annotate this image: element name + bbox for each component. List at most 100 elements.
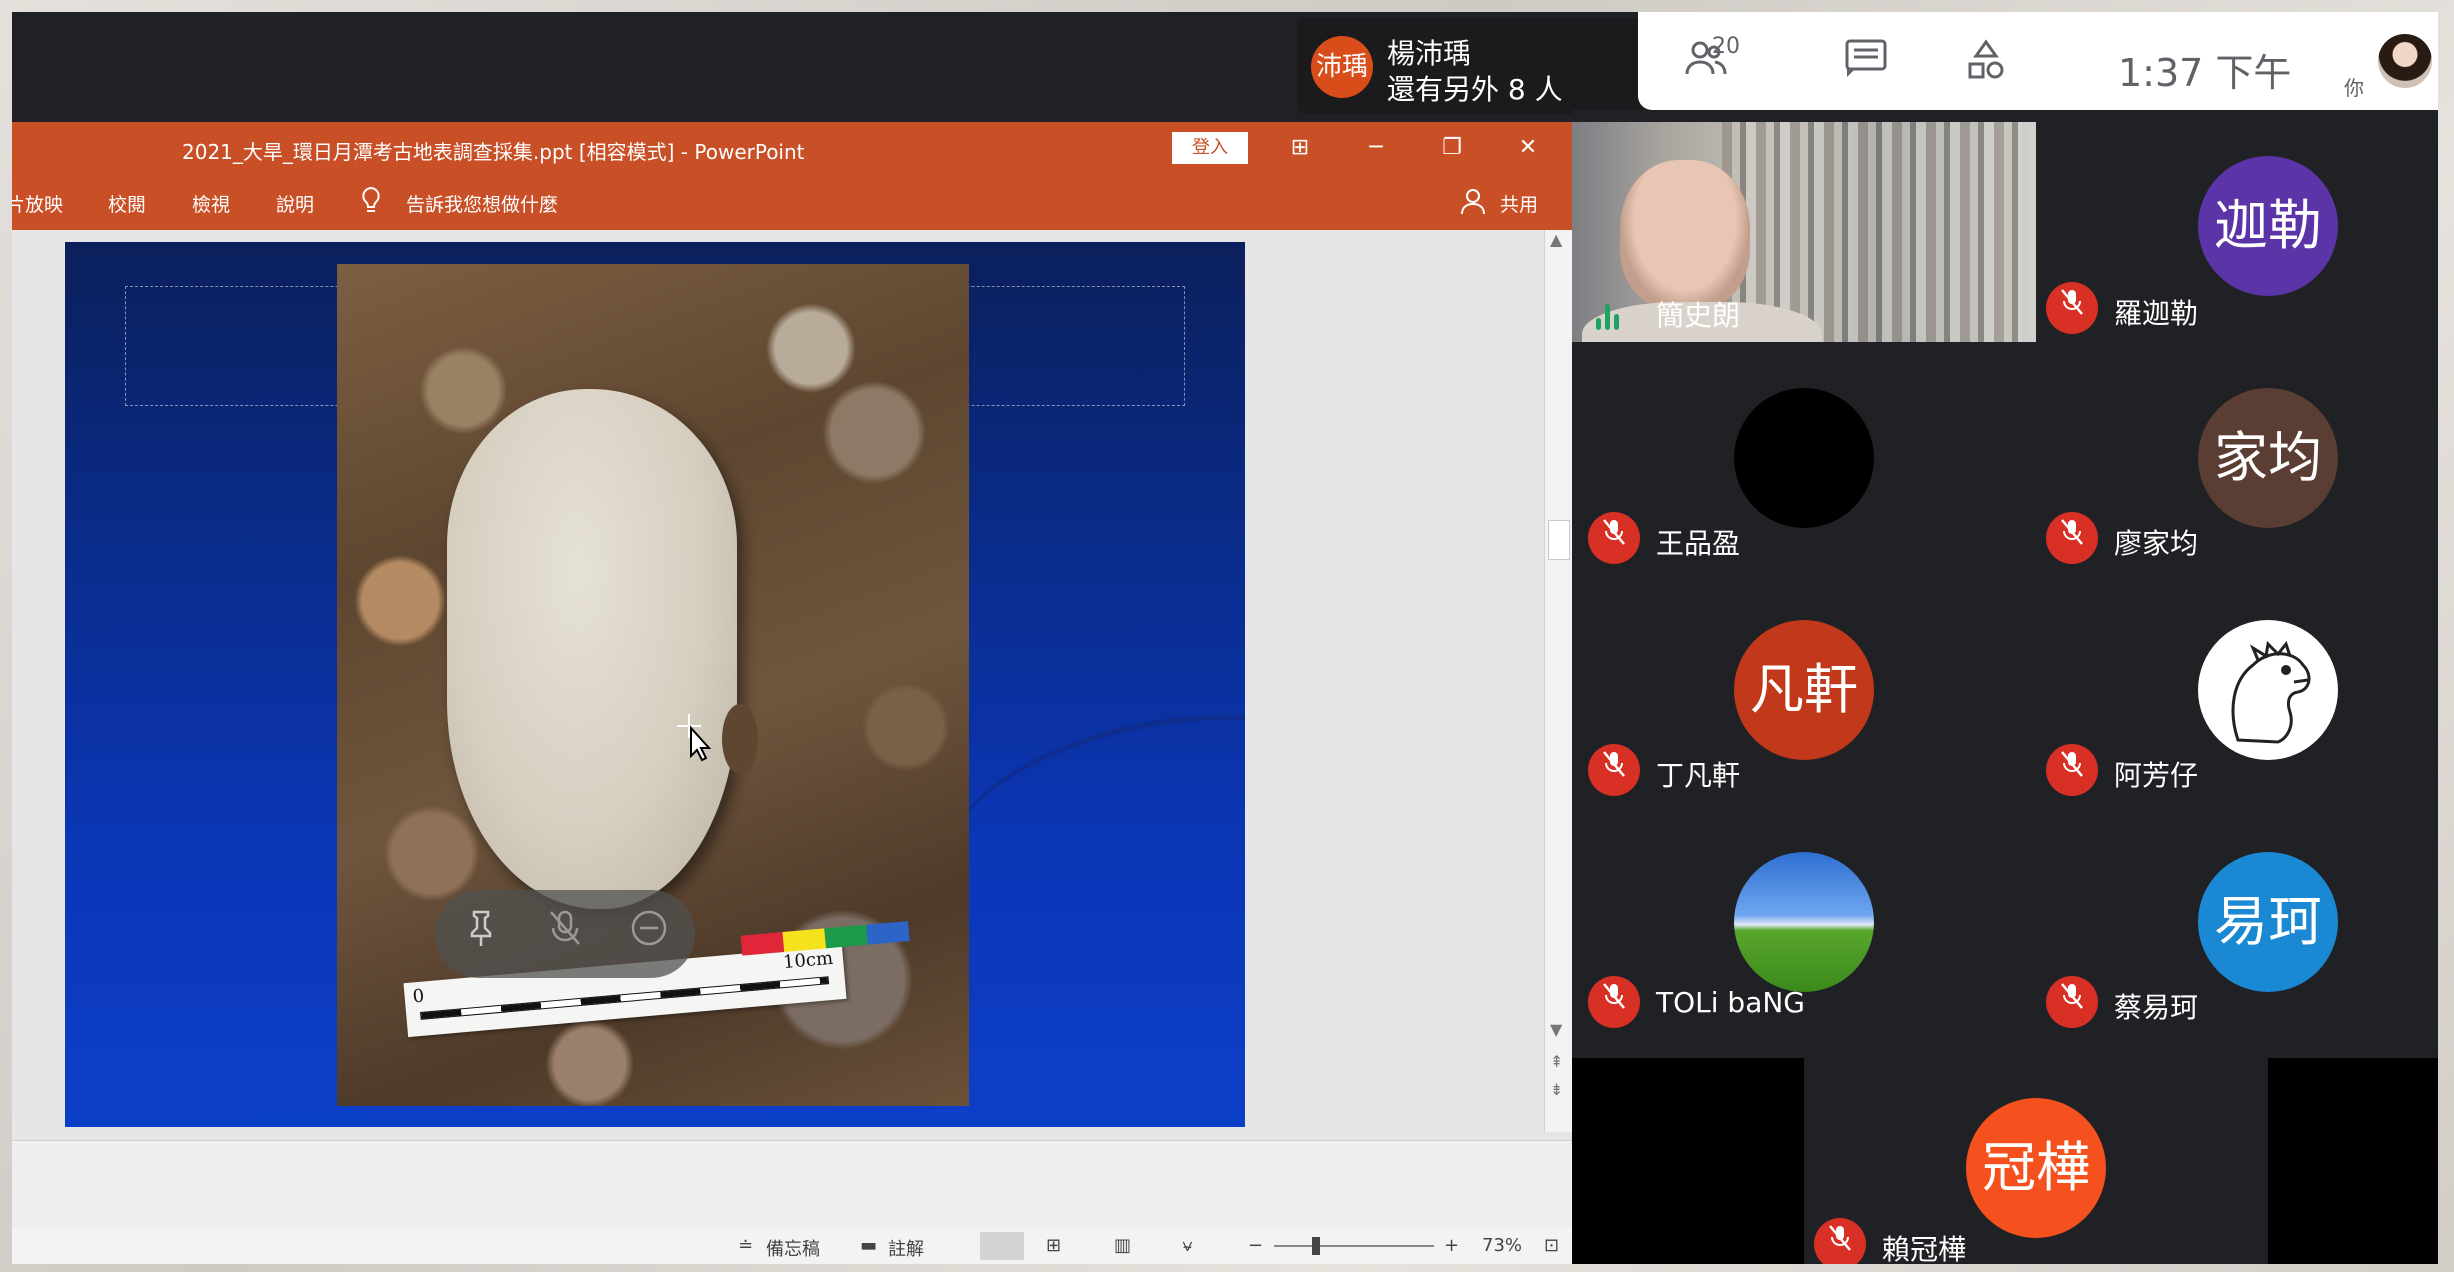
speaking-indicator-icon: [1594, 302, 1622, 330]
share-person-icon[interactable]: [1460, 186, 1486, 221]
mic-off-icon: [1588, 744, 1640, 796]
participant-name: 簡史朗: [1656, 299, 1741, 332]
slide-decoration: [928, 680, 1245, 964]
normal-view-icon[interactable]: [980, 1232, 1024, 1260]
slide-editing-canvas[interactable]: 0 10cm: [12, 230, 1544, 1132]
participant-tile[interactable]: 家均 廖家均: [2036, 342, 2438, 574]
scale-color-green: [824, 924, 868, 949]
next-slide-icon[interactable]: ⇟: [1550, 1080, 1563, 1099]
scale-color-red: [740, 932, 785, 956]
reading-view-icon[interactable]: ▥: [1114, 1235, 1131, 1256]
self-avatar[interactable]: [2378, 34, 2432, 88]
participant-tile[interactable]: 冠樺 賴冠樺: [1804, 1058, 2268, 1264]
participant-name: 蔡易珂: [2114, 991, 2199, 1024]
zoom-out-button[interactable]: −: [1248, 1235, 1263, 1256]
current-slide[interactable]: 0 10cm: [65, 242, 1245, 1127]
mute-icon[interactable]: [539, 908, 591, 960]
zoom-level[interactable]: 73%: [1482, 1235, 1522, 1256]
participant-avatar: 凡軒: [1734, 620, 1874, 760]
mic-off-icon: [2046, 976, 2098, 1028]
zoom-slider-thumb[interactable]: [1312, 1237, 1321, 1255]
minimize-button[interactable]: ─: [1356, 130, 1396, 166]
restore-button[interactable]: ❐: [1432, 130, 1472, 166]
mic-off-icon: [1588, 512, 1640, 564]
scale-color-blue: [866, 921, 910, 945]
ribbon-display-options-button[interactable]: ⊞: [1280, 130, 1320, 166]
chat-icon[interactable]: [1844, 38, 1888, 87]
shared-powerpoint-window: 2021_大旱_環日月潭考古地表調查採集.ppt [相容模式] - PowerP…: [12, 122, 1572, 1264]
notes-icon[interactable]: ≐: [738, 1235, 753, 1256]
slideshow-view-icon[interactable]: ⍱: [1182, 1235, 1193, 1256]
mic-off-icon: [2046, 744, 2098, 796]
participant-name: 丁凡軒: [1656, 759, 1741, 792]
tile-hover-controls: [435, 890, 695, 978]
mic-off-icon: [2046, 512, 2098, 564]
scale-ticks: [420, 976, 830, 1020]
participant-name: 廖家均: [2114, 527, 2199, 560]
meeting-clock: 1:37 下午: [2118, 51, 2292, 95]
notes-button[interactable]: 備忘稿: [766, 1235, 820, 1261]
participant-tile[interactable]: 阿芳仔: [2036, 574, 2438, 806]
participant-name: TOLi baNG: [1656, 986, 1805, 1019]
tell-me-search[interactable]: 告訴我您想做什麼: [406, 190, 558, 217]
participant-tile[interactable]: 易珂 蔡易珂: [2036, 806, 2438, 1038]
scale-10cm-label: 10cm: [782, 947, 834, 974]
pin-icon[interactable]: [455, 908, 507, 960]
mic-off-icon: [1814, 1218, 1866, 1264]
comments-button[interactable]: 註解: [888, 1235, 924, 1261]
scroll-down-icon[interactable]: ▼: [1550, 1020, 1562, 1039]
participant-grid: 簡史朗 迦勒 羅迦勒 王品盈 家均 廖家均 凡軒 丁凡軒 阿芳仔 TOLi ba…: [1572, 110, 2438, 1264]
ppt-window-title: 2021_大旱_環日月潭考古地表調查採集.ppt [相容模式] - PowerP…: [182, 140, 805, 164]
participant-tile[interactable]: 迦勒 羅迦勒: [2036, 110, 2438, 342]
mic-off-icon: [2046, 282, 2098, 334]
participant-name: 賴冠樺: [1882, 1233, 1967, 1264]
share-label[interactable]: 共用: [1500, 190, 1538, 217]
empty-tile: [2268, 1058, 2438, 1264]
landscape-avatar: [1734, 852, 1874, 992]
mic-off-icon: [1588, 976, 1640, 1028]
login-button[interactable]: 登入: [1172, 132, 1248, 164]
mouse-cursor-icon: [675, 712, 715, 771]
presenter-chip[interactable]: 沛瑀 楊沛瑀 還有另外 8 人: [1297, 18, 1647, 114]
participant-video: 簡史朗: [1572, 122, 2036, 354]
ppt-ribbon-tabs: 片放映 校閱 檢視 說明 告訴我您想做什麼 共用: [12, 174, 1572, 230]
fit-slide-icon[interactable]: ⊡: [1544, 1235, 1559, 1256]
scale-zero-label: 0: [411, 985, 426, 1008]
scroll-thumb[interactable]: [1548, 520, 1570, 560]
stone-tool-photo[interactable]: 0 10cm: [337, 264, 969, 1106]
participant-face: [1620, 160, 1750, 310]
remove-icon[interactable]: [623, 908, 675, 960]
ppt-titlebar: 2021_大旱_環日月潭考古地表調查採集.ppt [相容模式] - PowerP…: [12, 122, 1572, 174]
tab-slideshow[interactable]: 片放映: [12, 190, 63, 217]
participant-tile[interactable]: 凡軒 丁凡軒: [1572, 574, 2036, 806]
dinosaur-avatar: [2198, 620, 2338, 760]
zoom-in-button[interactable]: +: [1444, 1235, 1459, 1256]
vertical-scrollbar[interactable]: ▲ ▼ ⇞ ⇟: [1544, 230, 1572, 1132]
participant-avatar: 冠樺: [1966, 1098, 2106, 1238]
presenter-more-count: 還有另外 8 人: [1387, 73, 1563, 106]
participant-avatar: 家均: [2198, 388, 2338, 528]
meet-controls: 20 1:37 下午 你: [1638, 12, 2438, 110]
participant-tile[interactable]: 簡史朗: [1572, 110, 2036, 354]
participant-name: 阿芳仔: [2114, 759, 2199, 792]
comments-icon[interactable]: ▬: [860, 1235, 877, 1256]
previous-slide-icon[interactable]: ⇞: [1550, 1052, 1563, 1071]
zoom-slider[interactable]: [1274, 1237, 1434, 1255]
tab-help[interactable]: 說明: [276, 190, 314, 217]
scroll-up-icon[interactable]: ▲: [1550, 230, 1562, 249]
screen: 沛瑀 楊沛瑀 還有另外 8 人 20 1:37 下午 你 2021_大旱_環日月…: [12, 12, 2438, 1264]
tab-review[interactable]: 校閱: [108, 190, 146, 217]
stone-artifact: [447, 389, 737, 909]
notes-pane[interactable]: [12, 1140, 1572, 1228]
tab-view[interactable]: 檢視: [192, 190, 230, 217]
self-label: 你: [2344, 76, 2364, 100]
participant-name: 王品盈: [1656, 527, 1741, 560]
people-count: 20: [1712, 34, 1740, 59]
slide-sorter-icon[interactable]: ⊞: [1046, 1235, 1061, 1256]
close-button[interactable]: ✕: [1508, 130, 1548, 166]
presenter-avatar: 沛瑀: [1311, 36, 1373, 98]
presenter-name: 楊沛瑀: [1387, 37, 1472, 70]
participant-tile[interactable]: TOLi baNG: [1572, 806, 2036, 1038]
participant-tile[interactable]: 王品盈: [1572, 342, 2036, 574]
activities-icon[interactable]: [1964, 38, 2008, 91]
